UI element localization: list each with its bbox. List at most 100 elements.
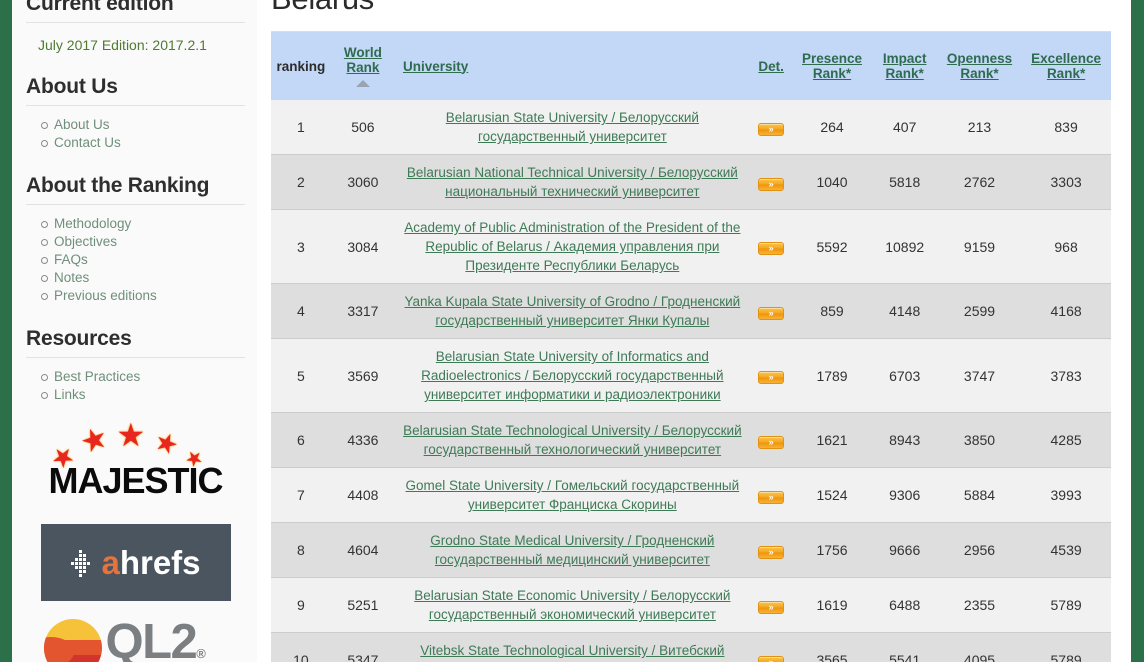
ahrefs-logo[interactable]: ahrefs xyxy=(40,524,231,601)
column-header-impact-rank-link[interactable]: Impact Rank* xyxy=(883,51,927,81)
column-header-impact-rank[interactable]: Impact Rank* xyxy=(871,32,938,100)
cell-ranking: 5 xyxy=(271,338,331,413)
column-header-university-link[interactable]: University xyxy=(403,59,468,74)
majestic-logo[interactable]: ★ ★ ★ ★ ★ MAJESTIC xyxy=(36,419,236,508)
sidebar-link-best-practices[interactable]: Best Practices xyxy=(54,369,140,384)
cell-university: Belarusian State Economic University / Б… xyxy=(394,577,750,633)
column-header-openness-rank[interactable]: Openness Rank* xyxy=(937,32,1022,100)
cell-impact-rank: 5541 xyxy=(871,632,938,662)
column-header-openness-rank-link[interactable]: Openness Rank* xyxy=(947,51,1012,81)
cell-world-rank: 4336 xyxy=(330,412,395,468)
column-header-university[interactable]: University xyxy=(394,32,750,100)
details-chevron-button[interactable]: » xyxy=(758,177,785,191)
cell-presence-rank: 1524 xyxy=(792,467,872,523)
cell-det: » xyxy=(749,283,793,339)
cell-excellence-rank: 5789 xyxy=(1021,577,1111,633)
sidebar-link-contact-us[interactable]: Contact Us xyxy=(54,135,121,150)
cell-presence-rank: 859 xyxy=(792,283,872,339)
table-row: 6 4336 Belarusian State Technological Univ… xyxy=(271,412,1111,468)
cell-openness-rank: 5884 xyxy=(937,467,1022,523)
sidebar-link-about-us[interactable]: About Us xyxy=(54,117,110,132)
cell-excellence-rank: 3993 xyxy=(1021,467,1111,523)
cell-impact-rank: 6488 xyxy=(871,577,938,633)
university-link[interactable]: Belarusian State University / Белорусски… xyxy=(446,110,699,144)
column-header-det-link[interactable]: Det. xyxy=(758,59,784,74)
column-header-excellence-rank-link[interactable]: Excellence Rank* xyxy=(1031,51,1101,81)
university-link[interactable]: Yanka Kupala State University of Grodno … xyxy=(405,294,741,328)
university-link[interactable]: Belarusian State University of Informati… xyxy=(421,349,723,402)
cell-excellence-rank: 3783 xyxy=(1021,338,1111,413)
cell-openness-rank: 2355 xyxy=(937,577,1022,633)
column-header-presence-rank[interactable]: Presence Rank* xyxy=(792,32,872,100)
cell-world-rank: 506 xyxy=(330,100,395,155)
cell-world-rank: 5251 xyxy=(330,577,395,633)
column-header-det[interactable]: Det. xyxy=(749,32,793,100)
list-item: Links xyxy=(41,386,245,404)
cell-det: » xyxy=(749,412,793,468)
cell-presence-rank: 1619 xyxy=(792,577,872,633)
details-chevron-button[interactable]: » xyxy=(758,600,785,614)
cell-excellence-rank: 3303 xyxy=(1021,154,1111,210)
ql2-logo[interactable]: QL2® xyxy=(36,615,236,662)
cell-world-rank: 4604 xyxy=(330,522,395,578)
cell-openness-rank: 2762 xyxy=(937,154,1022,210)
cell-university: Academy of Public Administration of the … xyxy=(394,209,750,284)
university-link[interactable]: Academy of Public Administration of the … xyxy=(404,220,740,273)
table-row: 8 4604 Grodno State Medical University / Г… xyxy=(271,522,1111,578)
cell-ranking: 6 xyxy=(271,412,331,468)
details-chevron-button[interactable]: » xyxy=(758,545,785,559)
university-link[interactable]: Belarusian State Technological Universit… xyxy=(403,423,742,457)
cell-world-rank: 3084 xyxy=(330,209,395,284)
cell-openness-rank: 2599 xyxy=(937,283,1022,339)
university-link[interactable]: Grodno State Medical University / Гродне… xyxy=(430,533,714,567)
cell-openness-rank: 9159 xyxy=(937,209,1022,284)
sidebar-link-notes[interactable]: Notes xyxy=(54,270,89,285)
sidebar-list-resources: Best Practices Links xyxy=(26,368,245,404)
ql2-logo-text: QL2® xyxy=(105,615,206,662)
university-link[interactable]: Gomel State University / Гомельский госу… xyxy=(406,478,740,512)
details-chevron-button[interactable]: » xyxy=(758,435,785,449)
cell-ranking: 4 xyxy=(271,283,331,339)
cell-det: » xyxy=(749,209,793,284)
table-row: 4 3317 Yanka Kupala State University of Gr… xyxy=(271,283,1111,339)
table-row: 10 5347 Vitebsk State Technological Univer… xyxy=(271,632,1111,662)
cell-ranking: 9 xyxy=(271,577,331,633)
cell-openness-rank: 2956 xyxy=(937,522,1022,578)
details-chevron-button[interactable]: » xyxy=(758,371,785,384)
sidebar-heading-current-edition: Current edition xyxy=(26,0,245,23)
cell-ranking: 8 xyxy=(271,522,331,578)
column-header-presence-rank-link[interactable]: Presence Rank* xyxy=(802,51,862,81)
details-chevron-button[interactable]: » xyxy=(758,122,785,136)
cell-det: » xyxy=(749,577,793,633)
list-item: Methodology xyxy=(41,215,245,233)
table-row: 2 3060 Belarusian National Technical Unive… xyxy=(271,154,1111,210)
details-chevron-button[interactable]: » xyxy=(758,655,785,662)
ahrefs-logo-text: ahrefs xyxy=(101,543,201,581)
table-row: 9 5251 Belarusian State Economic Universit… xyxy=(271,577,1111,633)
column-header-world-rank-link[interactable]: World Rank xyxy=(344,45,382,75)
details-chevron-button[interactable]: » xyxy=(758,306,785,320)
details-chevron-button[interactable]: » xyxy=(758,242,785,255)
university-link[interactable]: Belarusian State Economic University / Б… xyxy=(414,588,730,622)
cell-university: Grodno State Medical University / Гродне… xyxy=(394,522,750,578)
ranking-table-header: ranking World Rank University Det. Prese… xyxy=(271,32,1111,100)
university-link[interactable]: Vitebsk State Technological University /… xyxy=(420,643,724,662)
sidebar-link-links[interactable]: Links xyxy=(54,387,86,402)
ql2-wordmark: QL2 xyxy=(105,615,198,662)
sidebar-link-faqs[interactable]: FAQs xyxy=(54,252,88,267)
cell-university: Belarusian State University of Informati… xyxy=(394,338,750,413)
cell-det: » xyxy=(749,154,793,210)
sidebar-link-objectives[interactable]: Objectives xyxy=(54,234,117,249)
column-header-excellence-rank[interactable]: Excellence Rank* xyxy=(1021,32,1111,100)
cell-impact-rank: 5818 xyxy=(871,154,938,210)
cell-presence-rank: 1789 xyxy=(792,338,872,413)
details-chevron-button[interactable]: » xyxy=(758,490,785,504)
sidebar-link-methodology[interactable]: Methodology xyxy=(54,216,131,231)
cell-excellence-rank: 968 xyxy=(1021,209,1111,284)
column-header-world-rank[interactable]: World Rank xyxy=(330,32,395,100)
university-link[interactable]: Belarusian National Technical University… xyxy=(407,165,738,199)
cell-university: Belarusian National Technical University… xyxy=(394,154,750,210)
sidebar-link-previous-editions[interactable]: Previous editions xyxy=(54,288,157,303)
cell-university: Belarusian State University / Белорусски… xyxy=(394,100,750,155)
cell-impact-rank: 10892 xyxy=(871,209,938,284)
